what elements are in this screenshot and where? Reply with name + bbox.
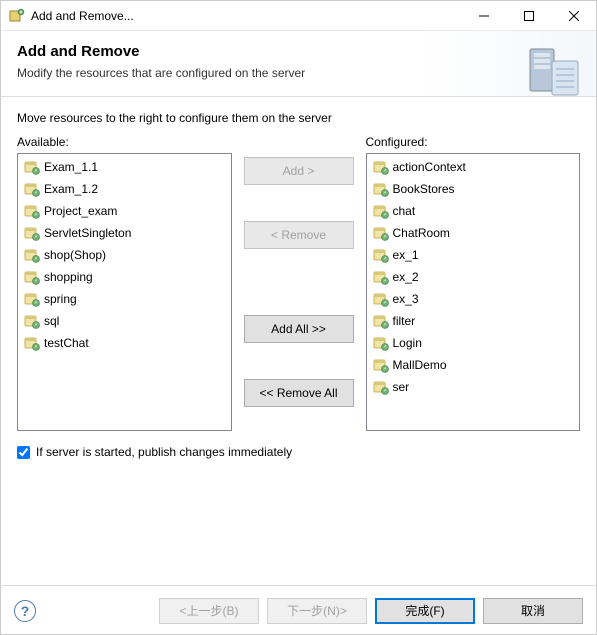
module-icon [24,181,40,197]
list-item-label: Exam_1.1 [44,160,98,174]
configured-label: Configured: [366,135,581,149]
list-item-label: MallDemo [393,358,447,372]
list-item-label: spring [44,292,77,306]
window-controls [461,1,596,30]
back-button[interactable]: <上一步(B) [159,598,259,624]
list-item-label: sql [44,314,59,328]
module-icon [373,357,389,373]
list-item[interactable]: testChat [20,332,229,354]
module-icon [373,335,389,351]
list-item[interactable]: ex_3 [369,288,578,310]
module-icon [373,291,389,307]
module-icon [24,313,40,329]
module-icon [373,225,389,241]
add-button[interactable]: Add > [244,157,354,185]
list-item[interactable]: Project_exam [20,200,229,222]
module-icon [373,159,389,175]
list-item-label: shopping [44,270,93,284]
list-item[interactable]: ex_2 [369,266,578,288]
module-icon [24,269,40,285]
help-icon[interactable]: ? [14,600,36,622]
list-item-label: chat [393,204,416,218]
module-icon [24,159,40,175]
maximize-button[interactable] [506,1,551,31]
list-item[interactable]: shop(Shop) [20,244,229,266]
page-subtitle: Modify the resources that are configured… [17,66,580,80]
module-icon [373,181,389,197]
content-area: Move resources to the right to configure… [1,97,596,469]
window-icon [9,8,25,24]
list-item-label: Project_exam [44,204,117,218]
remove-all-button[interactable]: << Remove All [244,379,354,407]
available-label: Available: [17,135,232,149]
list-item[interactable]: ser [369,376,578,398]
list-item[interactable]: ChatRoom [369,222,578,244]
header-illustration [524,43,584,103]
module-icon [373,379,389,395]
cancel-button[interactable]: 取消 [483,598,583,624]
list-item[interactable]: shopping [20,266,229,288]
wizard-footer: ? <上一步(B) 下一步(N)> 完成(F) 取消 [0,585,597,635]
wizard-header: Add and Remove Modify the resources that… [1,31,596,97]
module-icon [24,203,40,219]
instruction-text: Move resources to the right to configure… [17,111,580,125]
minimize-button[interactable] [461,1,506,31]
list-item[interactable]: Exam_1.2 [20,178,229,200]
list-item-label: shop(Shop) [44,248,106,262]
list-item-label: Exam_1.2 [44,182,98,196]
module-icon [24,247,40,263]
titlebar: Add and Remove... [1,1,596,31]
page-title: Add and Remove [17,43,580,60]
module-icon [373,203,389,219]
list-item[interactable]: actionContext [369,156,578,178]
module-icon [24,291,40,307]
list-item-label: ChatRoom [393,226,450,240]
list-item-label: ex_3 [393,292,419,306]
list-item[interactable]: ex_1 [369,244,578,266]
next-button[interactable]: 下一步(N)> [267,598,367,624]
add-all-button[interactable]: Add All >> [244,315,354,343]
publish-checkbox-row[interactable]: If server is started, publish changes im… [17,445,580,459]
list-item[interactable]: spring [20,288,229,310]
list-item-label: testChat [44,336,89,350]
list-item[interactable]: sql [20,310,229,332]
window-title: Add and Remove... [31,9,461,23]
list-item[interactable]: Exam_1.1 [20,156,229,178]
configured-section: Configured: actionContext BookStores chat C… [366,135,581,431]
list-item[interactable]: chat [369,200,578,222]
close-button[interactable] [551,1,596,31]
list-item-label: ex_1 [393,248,419,262]
module-icon [373,247,389,263]
module-icon [24,335,40,351]
transfer-buttons: Add > < Remove Add All >> << Remove All [244,135,354,431]
finish-button[interactable]: 完成(F) [375,598,475,624]
list-item-label: ex_2 [393,270,419,284]
list-item[interactable]: BookStores [369,178,578,200]
list-item-label: ser [393,380,410,394]
list-item-label: Login [393,336,422,350]
available-list[interactable]: Exam_1.1 Exam_1.2 Project_exam ServletSingl… [17,153,232,431]
module-icon [373,313,389,329]
configured-list[interactable]: actionContext BookStores chat ChatRoom ex_1e… [366,153,581,431]
list-item-label: BookStores [393,182,455,196]
available-section: Available: Exam_1.1 Exam_1.2 Project_exam S… [17,135,232,431]
publish-checkbox[interactable] [17,446,30,459]
list-item[interactable]: ServletSingleton [20,222,229,244]
list-item-label: filter [393,314,416,328]
list-item-label: actionContext [393,160,466,174]
module-icon [24,225,40,241]
list-item[interactable]: Login [369,332,578,354]
list-item[interactable]: filter [369,310,578,332]
remove-button[interactable]: < Remove [244,221,354,249]
list-item-label: ServletSingleton [44,226,131,240]
list-item[interactable]: MallDemo [369,354,578,376]
transfer-area: Available: Exam_1.1 Exam_1.2 Project_exam S… [17,135,580,431]
publish-checkbox-label: If server is started, publish changes im… [36,445,292,459]
module-icon [373,269,389,285]
